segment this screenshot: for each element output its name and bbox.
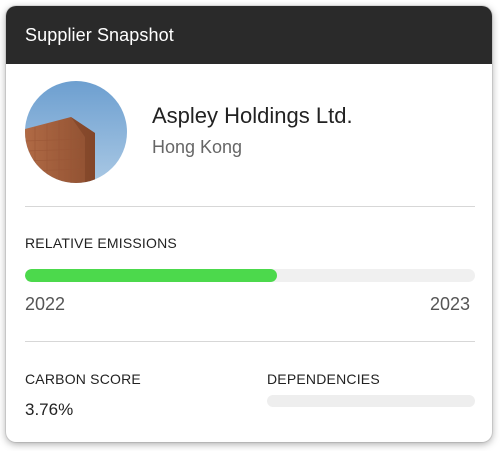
dependencies-label: DEPENDENCIES: [267, 371, 380, 387]
supplier-name: Aspley Holdings Ltd.: [152, 103, 353, 128]
divider: [25, 341, 475, 342]
emissions-start-year: 2022: [25, 294, 66, 314]
emissions-progress-fill: [25, 269, 277, 282]
emissions-end-year: 2023: [430, 294, 471, 314]
supplier-location: Hong Kong: [152, 137, 243, 157]
dependencies-placeholder-bar: [267, 395, 475, 407]
supplier-snapshot-card: Supplier Snapshot Aspley Holdings Ltd. H…: [6, 6, 492, 442]
supplier-avatar: [25, 81, 127, 183]
relative-emissions-label: RELATIVE EMISSIONS: [25, 235, 177, 251]
carbon-score-value: 3.76%: [25, 400, 74, 419]
divider: [25, 206, 475, 207]
building-photo-icon: [25, 81, 127, 183]
card-title: Supplier Snapshot: [25, 24, 174, 45]
carbon-score-label: CARBON SCORE: [25, 371, 141, 387]
emissions-progress-bar: [25, 269, 475, 282]
card-header: Supplier Snapshot: [6, 6, 492, 64]
